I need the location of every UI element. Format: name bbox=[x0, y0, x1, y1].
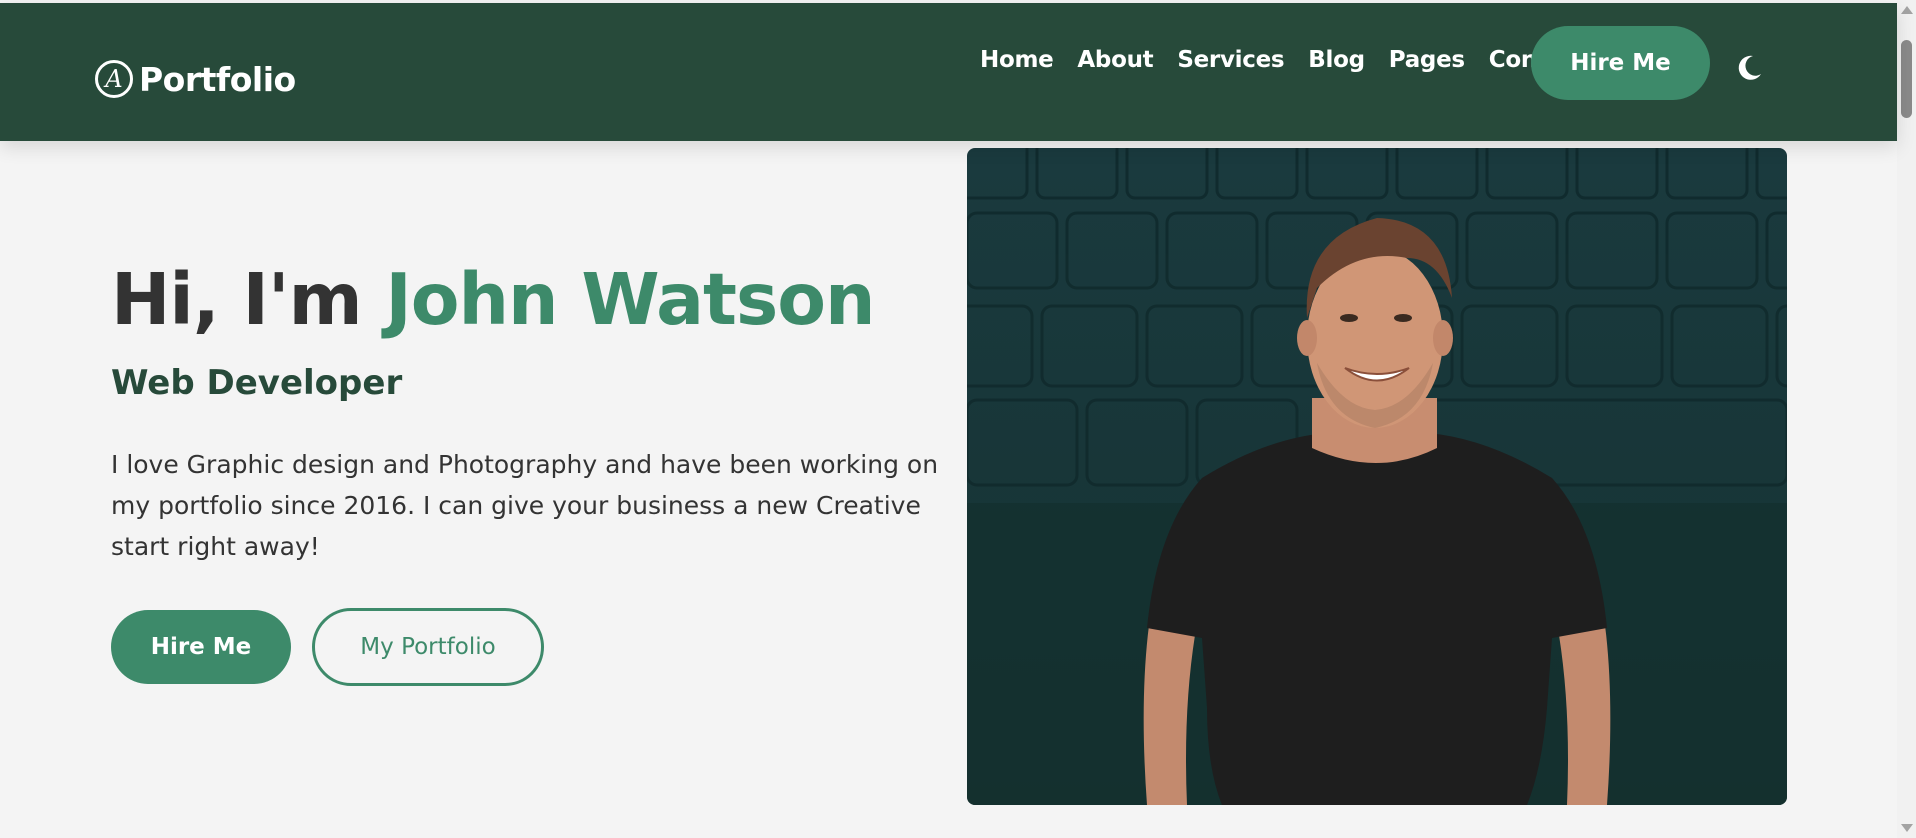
theme-toggle-button[interactable] bbox=[1733, 52, 1765, 84]
hero-greeting: Hi, I'm bbox=[111, 258, 386, 341]
nav-link-pages[interactable]: Pages bbox=[1389, 47, 1465, 73]
hero-title: Hi, I'm John Watson bbox=[111, 258, 876, 341]
nav-menu: Home About Services Blog Pages Contact bbox=[980, 47, 1587, 73]
scroll-up-arrow-icon[interactable] bbox=[1901, 6, 1913, 14]
logo-mark-icon: A bbox=[95, 60, 133, 98]
logo[interactable]: A Portfolio bbox=[95, 57, 296, 101]
my-portfolio-button[interactable]: My Portfolio bbox=[312, 608, 544, 686]
hero-role: Web Developer bbox=[111, 363, 403, 403]
moon-icon bbox=[1738, 55, 1761, 80]
portrait-illustration bbox=[967, 148, 1787, 805]
nav-hire-me-button[interactable]: Hire Me bbox=[1531, 26, 1710, 100]
scrollbar[interactable] bbox=[1897, 0, 1916, 838]
scroll-down-arrow-icon[interactable] bbox=[1901, 824, 1913, 832]
hire-me-button[interactable]: Hire Me bbox=[111, 610, 291, 684]
scrollbar-thumb[interactable] bbox=[1901, 40, 1912, 118]
nav-link-services[interactable]: Services bbox=[1177, 47, 1284, 73]
hero-photo bbox=[967, 148, 1787, 805]
nav-link-about[interactable]: About bbox=[1077, 47, 1153, 73]
navbar: A Portfolio Home About Services Blog Pag… bbox=[0, 3, 1897, 141]
nav-link-blog[interactable]: Blog bbox=[1308, 47, 1365, 73]
hero-description: I love Graphic design and Photography an… bbox=[111, 450, 939, 561]
logo-text: Portfolio bbox=[139, 59, 296, 99]
nav-link-home[interactable]: Home bbox=[980, 47, 1054, 73]
hero-name: John Watson bbox=[385, 258, 875, 341]
